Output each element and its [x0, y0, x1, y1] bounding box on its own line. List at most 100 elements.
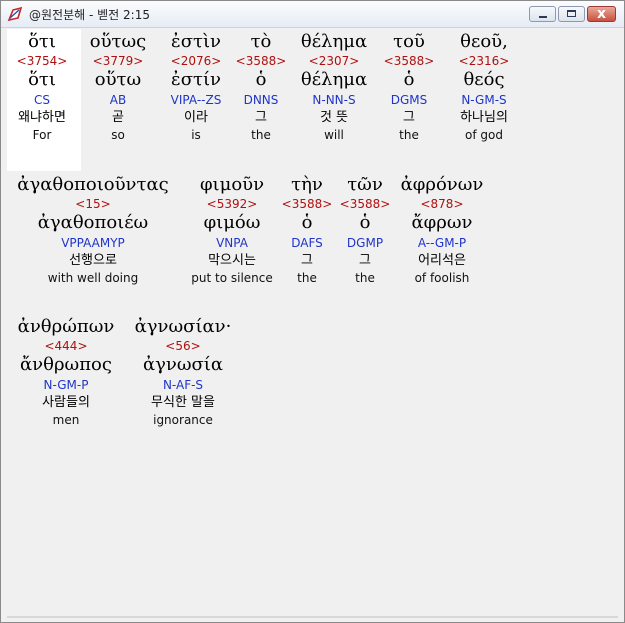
- strong-number: <444>: [44, 339, 88, 353]
- korean-gloss: 어리석은: [418, 253, 466, 268]
- word-column[interactable]: ἀφρόνων <878> ἄφρων A--GM-P 어리석은 of foolish: [392, 174, 492, 286]
- greek-word: θεοῦ,: [460, 31, 508, 52]
- lemma-word: ὅτι: [28, 69, 56, 90]
- strong-number: <3588>: [235, 54, 287, 68]
- close-icon: x: [596, 6, 607, 22]
- strong-number: <5392>: [206, 197, 258, 211]
- lemma-word: θέλημα: [300, 69, 368, 90]
- parsing-code: VNPA: [216, 236, 248, 250]
- parsing-code: N-GM-S: [461, 93, 507, 107]
- korean-gloss: 그: [403, 110, 415, 125]
- parsing-code: N-GM-P: [43, 378, 89, 392]
- korean-gloss: 선행으로: [69, 253, 117, 268]
- korean-gloss: 것 뜻: [319, 110, 349, 125]
- lemma-word: ὁ: [403, 69, 415, 90]
- maximize-button[interactable]: [558, 6, 585, 22]
- minimize-button[interactable]: [529, 6, 556, 22]
- word-column[interactable]: τῶν <3588> ὁ DGMP 그 the: [337, 174, 393, 286]
- korean-gloss: 그: [255, 110, 267, 125]
- greek-word: οὕτως: [89, 31, 147, 52]
- lemma-word: ἄφρων: [411, 212, 473, 233]
- english-gloss: the: [251, 128, 271, 142]
- parsing-code: DAFS: [291, 236, 323, 250]
- parsing-code: N-NN-S: [312, 93, 356, 107]
- title-bar[interactable]: @원전분해 - 벧전 2:15 x: [1, 1, 624, 28]
- english-gloss: will: [324, 128, 344, 142]
- english-gloss: ignorance: [153, 413, 213, 427]
- greek-word: τὸ: [250, 31, 272, 52]
- strong-number: <3779>: [92, 54, 144, 68]
- word-column[interactable]: τοῦ <3588> ὁ DGMS 그 the: [377, 31, 441, 143]
- english-gloss: of foolish: [414, 271, 470, 285]
- english-gloss: the: [399, 128, 419, 142]
- close-button[interactable]: x: [587, 6, 616, 22]
- korean-gloss: 막으시는: [208, 253, 256, 268]
- word-column[interactable]: ἀνθρώπων <444> ἄνθρωπος N-GM-P 사람들의 men: [7, 316, 125, 428]
- korean-gloss: 왜냐하면: [18, 110, 66, 125]
- strong-number: <3588>: [339, 197, 391, 211]
- lemma-word: ὁ: [359, 212, 371, 233]
- minimize-icon: [539, 16, 547, 18]
- lemma-word: θεός: [463, 69, 505, 90]
- korean-gloss: 그: [301, 253, 313, 268]
- korean-gloss: 사람들의: [42, 395, 90, 410]
- greek-word: τοῦ: [393, 31, 425, 52]
- strong-number: <878>: [420, 197, 464, 211]
- strong-number: <2316>: [458, 54, 510, 68]
- window-controls: x: [529, 6, 616, 22]
- strong-number: <15>: [75, 197, 111, 211]
- word-column[interactable]: ἀγνωσίαν· <56> ἀγνωσία N-AF-S 무식한 말을 ignoranc…: [125, 316, 241, 428]
- greek-word: ἀγνωσίαν·: [134, 316, 232, 337]
- english-gloss: the: [297, 271, 317, 285]
- word-column[interactable]: ἐστὶν <2076> ἐστίν VIPA--ZS 이라 is: [159, 31, 233, 143]
- parsing-code: N-AF-S: [162, 378, 204, 392]
- interlinear-view: ὅτι <3754> ὅτι CS 왜냐하면 For οὕτως <3779> οὕτω AB 곧 s…: [7, 29, 618, 618]
- strong-number: <56>: [165, 339, 201, 353]
- greek-word: ἀνθρώπων: [17, 316, 115, 337]
- greek-word: ἀγαθοποιοῦντας: [17, 174, 169, 195]
- english-gloss: is: [191, 128, 201, 142]
- maximize-icon: [567, 10, 576, 17]
- parsing-code: DNNS: [243, 93, 279, 107]
- parsing-code: DGMP: [346, 236, 384, 250]
- greek-word: ἐστὶν: [171, 31, 221, 52]
- word-column[interactable]: θεοῦ, <2316> θεός N-GM-S 하나님의 of god: [442, 31, 526, 143]
- scroll-edge: [7, 616, 618, 618]
- strong-number: <2307>: [308, 54, 360, 68]
- english-gloss: For: [32, 128, 52, 142]
- word-column[interactable]: οὕτως <3779> οὕτω AB 곧 so: [79, 31, 157, 143]
- greek-word: τῶν: [347, 174, 383, 195]
- korean-gloss: 하나님의: [460, 110, 508, 125]
- app-window: @원전분해 - 벧전 2:15 x ὅτι <3754> ὅτι CS 왜냐하면 For ο…: [0, 0, 625, 623]
- greek-word: ἀφρόνων: [400, 174, 484, 195]
- word-column[interactable]: τὴν <3588> ὁ DAFS 그 the: [279, 174, 335, 286]
- greek-word: τὴν: [291, 174, 323, 195]
- english-gloss: the: [355, 271, 375, 285]
- strong-number: <3588>: [383, 54, 435, 68]
- lemma-word: ὁ: [301, 212, 313, 233]
- lemma-word: ἀγνωσία: [142, 354, 224, 375]
- lemma-word: ἄνθρωπος: [20, 354, 112, 375]
- english-gloss: of god: [465, 128, 503, 142]
- lemma-word: οὕτω: [94, 69, 142, 90]
- parsing-code: VIPA--ZS: [170, 93, 222, 107]
- greek-word: φιμοῦν: [199, 174, 265, 195]
- lemma-word: ὁ: [255, 69, 267, 90]
- parsing-code: VPPAAMYP: [61, 236, 125, 250]
- greek-word: θέλημα: [300, 31, 368, 52]
- app-logo-icon: [7, 6, 23, 22]
- lemma-word: φιμόω: [203, 212, 261, 233]
- parsing-code: DGMS: [390, 93, 428, 107]
- word-column[interactable]: φιμοῦν <5392> φιμόω VNPA 막으시는 put to silence: [187, 174, 277, 286]
- word-column[interactable]: ὅτι <3754> ὅτι CS 왜냐하면 For: [7, 31, 77, 143]
- korean-gloss: 그: [359, 253, 371, 268]
- window-title: @원전분해 - 벧전 2:15: [29, 8, 150, 22]
- parsing-code: AB: [109, 93, 127, 107]
- word-column[interactable]: ἀγαθοποιοῦντας <15> ἀγαθοποιέω VPPAAMYP 선행으로…: [7, 174, 179, 286]
- word-column[interactable]: τὸ <3588> ὁ DNNS 그 the: [232, 31, 290, 143]
- word-column[interactable]: θέλημα <2307> θέλημα N-NN-S 것 뜻 will: [292, 31, 376, 143]
- strong-number: <3588>: [281, 197, 333, 211]
- strong-number: <2076>: [170, 54, 222, 68]
- greek-word: ὅτι: [28, 31, 56, 52]
- english-gloss: so: [111, 128, 125, 142]
